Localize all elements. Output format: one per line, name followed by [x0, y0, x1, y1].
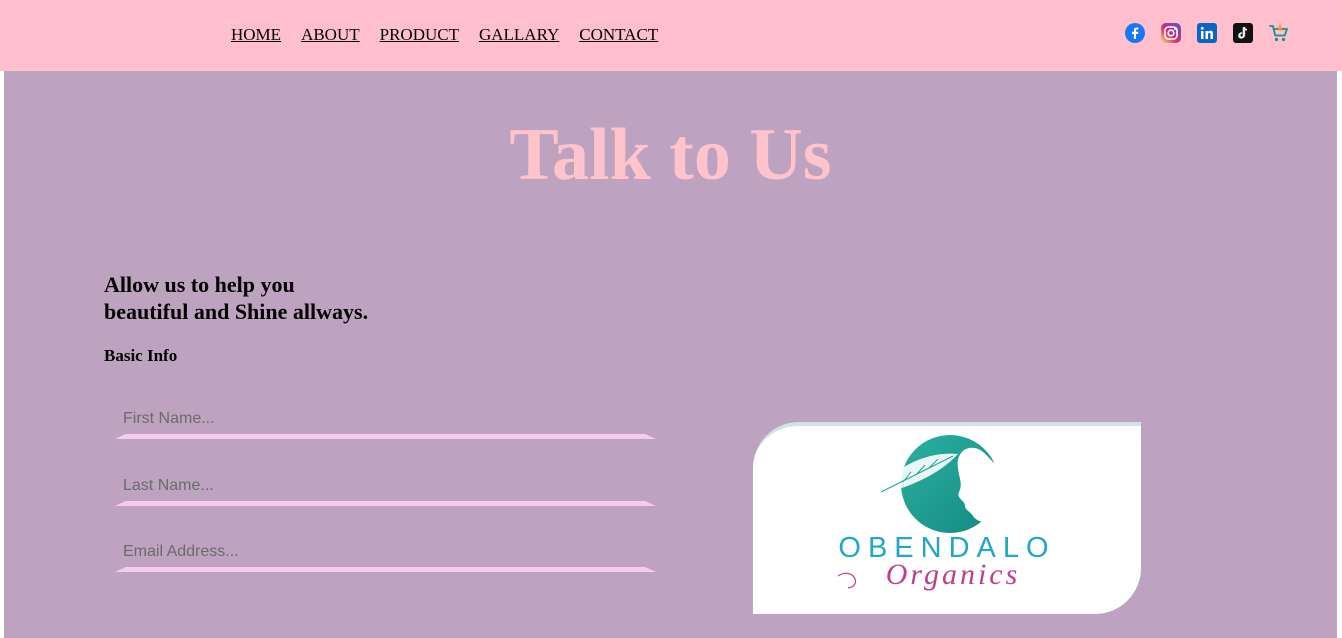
intro-line-2: beautiful and Shine allways. [104, 299, 369, 324]
basic-info-heading: Basic Info [104, 346, 178, 365]
first-name-field-wrapper [115, 404, 656, 440]
nav-gallary-link[interactable]: GALLARY [479, 25, 559, 45]
tiktok-icon[interactable] [1233, 23, 1253, 43]
facebook-icon[interactable] [1125, 23, 1145, 43]
last-name-underline [115, 501, 656, 506]
first-name-underline [115, 434, 656, 439]
first-name-input[interactable] [115, 404, 656, 434]
page-title: Talk to Us [509, 114, 832, 196]
nav-about-link[interactable]: ABOUT [301, 25, 360, 45]
email-input[interactable] [115, 537, 656, 567]
contact-section: Talk to Us Allow us to help you beautifu… [4, 71, 1337, 638]
brand-logo-image: OBENDALO Organics [837, 435, 1049, 591]
cart-icon[interactable] [1269, 23, 1289, 43]
intro-line-1: Allow us to help you [104, 272, 295, 297]
nav-links: HOME ABOUT PRODUCT GALLARY CONTACT [231, 25, 678, 45]
social-icons [1125, 23, 1289, 43]
email-field-wrapper [115, 537, 656, 573]
navbar: HOME ABOUT PRODUCT GALLARY CONTACT [0, 0, 1342, 71]
last-name-input[interactable] [115, 471, 656, 501]
intro-text: Allow us to help you beautiful and Shine… [104, 271, 524, 325]
linkedin-icon[interactable] [1197, 23, 1217, 43]
logo-sub-name: Organics [886, 558, 1021, 591]
nav-home-link[interactable]: HOME [231, 25, 281, 45]
brand-logo-card: OBENDALO Organics [753, 422, 1141, 614]
nav-product-link[interactable]: PRODUCT [380, 25, 459, 45]
instagram-icon[interactable] [1161, 23, 1181, 43]
nav-contact-link[interactable]: CONTACT [579, 25, 658, 45]
last-name-field-wrapper [115, 471, 656, 507]
email-underline [115, 567, 656, 572]
